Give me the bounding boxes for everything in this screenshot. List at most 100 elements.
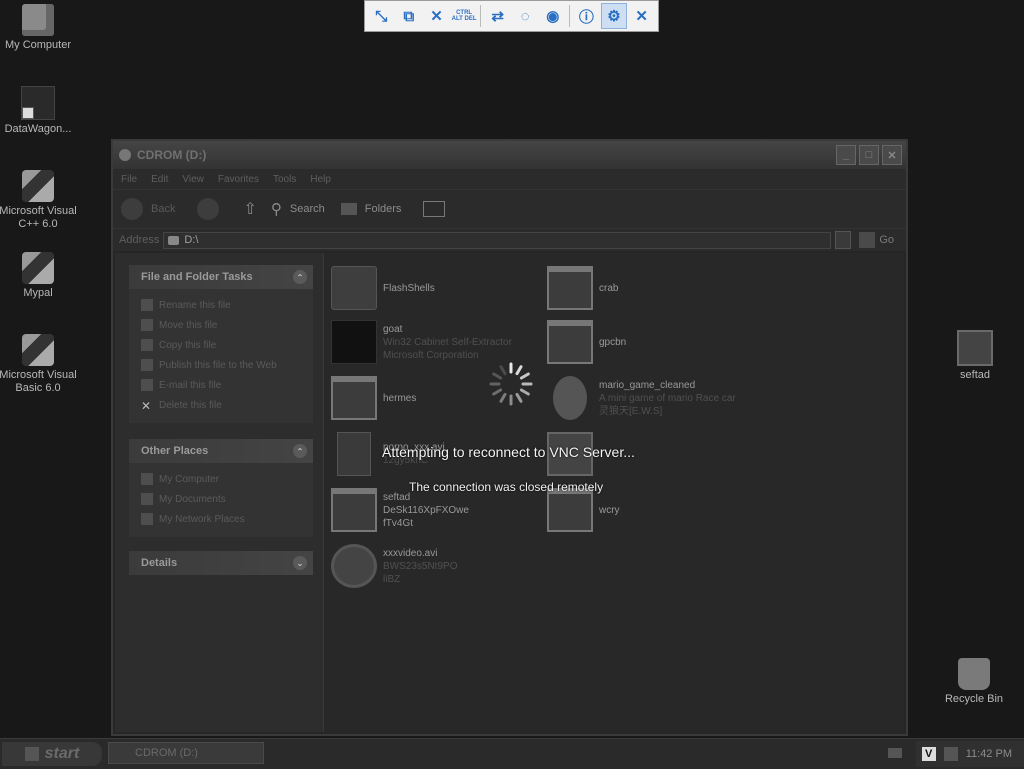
toolbar: Back ⇧ ⚲ Search Folders xyxy=(113,189,906,229)
file-name: xxxvideo.avi xyxy=(383,547,438,559)
panel-title: Other Places xyxy=(141,445,209,457)
panel-title: File and Folder Tasks xyxy=(141,271,253,283)
program-window-icon xyxy=(331,376,377,420)
panel-header[interactable]: Other Places ⌃ xyxy=(129,439,313,463)
place-my-computer[interactable]: My Computer xyxy=(141,469,303,489)
scale-icon[interactable]: ⧉ xyxy=(396,3,423,29)
file-description: A mini game of mario Race car xyxy=(599,392,736,404)
address-dropdown-icon[interactable] xyxy=(835,231,852,249)
file-name: crab xyxy=(599,282,619,294)
minimize-button[interactable]: _ xyxy=(836,145,856,165)
shortcut-icon xyxy=(21,86,55,120)
file-item[interactable]: mario_game_cleaned A mini game of mario … xyxy=(547,373,807,423)
ctrl-alt-del-button[interactable]: CTRL ALT DEL xyxy=(451,3,478,29)
panel-title: Details xyxy=(141,557,178,569)
file-item[interactable]: hermes xyxy=(331,373,541,423)
desktop-icon-label: My Computer xyxy=(4,39,72,51)
file-company: liBZ xyxy=(383,573,401,585)
copy-icon xyxy=(141,339,153,351)
desktop-icon-recycle-bin[interactable]: Recycle Bin xyxy=(932,658,1016,706)
record-icon[interactable]: ◉ xyxy=(540,3,567,29)
folders-button[interactable]: Folders xyxy=(365,203,402,215)
address-bar: Address D:\ Go xyxy=(113,229,906,251)
file-item[interactable]: porno_xxx.avi 12gy5knC xyxy=(331,429,541,479)
maximize-button[interactable]: □ xyxy=(859,145,879,165)
toolbar-divider xyxy=(569,5,571,27)
desktop-icon-label: Recycle Bin xyxy=(944,693,1004,705)
file-description: DeSk116XpFXOwe xyxy=(383,504,469,516)
vnc-tray-icon[interactable]: V xyxy=(921,747,936,761)
collapse-icon[interactable]: ⌃ xyxy=(293,270,307,284)
place-network[interactable]: My Network Places xyxy=(141,509,303,529)
up-folder-icon[interactable]: ⇧ xyxy=(243,199,256,219)
desktop-icon-label: Mypal xyxy=(23,287,53,299)
keyboard-icon[interactable] xyxy=(888,748,902,758)
info-icon[interactable]: ⓘ xyxy=(573,3,600,29)
desktop-icon-label: Microsoft Visual C++ 6.0 xyxy=(0,205,77,230)
task-email[interactable]: E-mail this file xyxy=(141,375,303,395)
task-delete[interactable]: ✕ Delete this file xyxy=(141,395,303,415)
file-item[interactable]: xxxvideo.avi BWS23s5Nt9PO liBZ xyxy=(331,541,541,591)
file-item[interactable]: crab xyxy=(547,263,757,313)
settings-icon[interactable]: ⚙ xyxy=(600,3,628,29)
menu-view[interactable]: View xyxy=(182,174,204,185)
program-window-icon xyxy=(547,266,593,310)
panel-header[interactable]: File and Folder Tasks ⌃ xyxy=(129,265,313,289)
folders-icon xyxy=(340,203,357,215)
panel-header[interactable]: Details ⌄ xyxy=(129,551,313,575)
file-item[interactable]: goat Win32 Cabinet Self-Extractor Micros… xyxy=(331,317,541,367)
desktop-icon-visual-basic[interactable]: Microsoft Visual Basic 6.0 xyxy=(0,334,80,395)
computer-icon xyxy=(141,473,153,485)
volume-icon[interactable] xyxy=(943,747,958,761)
address-label: Address xyxy=(119,234,160,246)
file-item[interactable]: FlashShells xyxy=(331,263,541,313)
file-item[interactable]: gpcbn xyxy=(547,317,757,367)
system-tray: V 11:42 PM xyxy=(916,741,1024,767)
menu-edit[interactable]: Edit xyxy=(151,174,168,185)
toolbar-divider xyxy=(480,5,482,27)
start-button[interactable]: start xyxy=(2,742,102,766)
file-company: 灵狼天[E.W.S] xyxy=(599,405,663,417)
menu-help[interactable]: Help xyxy=(310,174,331,185)
taskbar-window-button[interactable]: CDROM (D:) xyxy=(108,742,264,764)
go-arrow-icon[interactable] xyxy=(859,232,876,248)
desktop-icon-seftad[interactable]: seftad xyxy=(933,330,1017,382)
transfer-icon[interactable]: ⇄ xyxy=(484,3,511,29)
task-rename[interactable]: Rename this file xyxy=(141,295,303,315)
address-input[interactable]: D:\ xyxy=(163,231,832,249)
back-arrow-icon[interactable] xyxy=(121,198,143,220)
desktop-icon-label: DataWagon... xyxy=(4,123,72,135)
place-label: My Documents xyxy=(159,493,226,505)
minimize-view-icon[interactable]: ⤡ xyxy=(368,3,395,29)
desktop-icon-mypal[interactable]: Mypal xyxy=(0,252,80,300)
views-icon[interactable] xyxy=(423,201,446,217)
desktop-icon-datawagon[interactable]: DataWagon... xyxy=(0,86,80,136)
back-button[interactable]: Back xyxy=(151,203,175,215)
title-bar[interactable]: CDROM (D:) _ □ ✕ xyxy=(113,141,906,169)
desktop-icon-my-computer[interactable]: My Computer xyxy=(0,4,80,52)
task-move[interactable]: Move this file xyxy=(141,315,303,335)
file-item[interactable] xyxy=(547,429,757,479)
forward-arrow-icon[interactable] xyxy=(197,198,220,220)
task-copy[interactable]: Copy this file xyxy=(141,335,303,355)
close-icon[interactable]: ✕ xyxy=(628,3,655,29)
collapse-icon[interactable]: ⌃ xyxy=(293,444,307,458)
task-publish[interactable]: Publish this file to the Web xyxy=(141,355,303,375)
go-button[interactable]: Go xyxy=(879,234,894,246)
menu-tools[interactable]: Tools xyxy=(273,174,296,185)
visual-basic-icon xyxy=(22,334,54,366)
place-label: My Network Places xyxy=(159,513,245,525)
menu-favorites[interactable]: Favorites xyxy=(218,174,259,185)
close-button[interactable]: ✕ xyxy=(882,145,902,165)
file-name: hermes xyxy=(383,392,417,404)
desktop-icon-visual-cpp[interactable]: Microsoft Visual C++ 6.0 xyxy=(0,170,80,231)
chat-icon[interactable]: ◌ xyxy=(512,3,539,29)
place-my-documents[interactable]: My Documents xyxy=(141,489,303,509)
avi-file-icon xyxy=(337,432,371,476)
file-item[interactable]: wcry xyxy=(547,485,757,535)
file-item[interactable]: seftad DeSk116XpFXOwe fTv4Gt xyxy=(331,485,541,535)
expand-icon[interactable]: ⌄ xyxy=(293,556,307,570)
menu-file[interactable]: File xyxy=(121,174,137,185)
mute-icon[interactable]: ✕ xyxy=(423,3,450,29)
search-button[interactable]: Search xyxy=(290,203,325,215)
